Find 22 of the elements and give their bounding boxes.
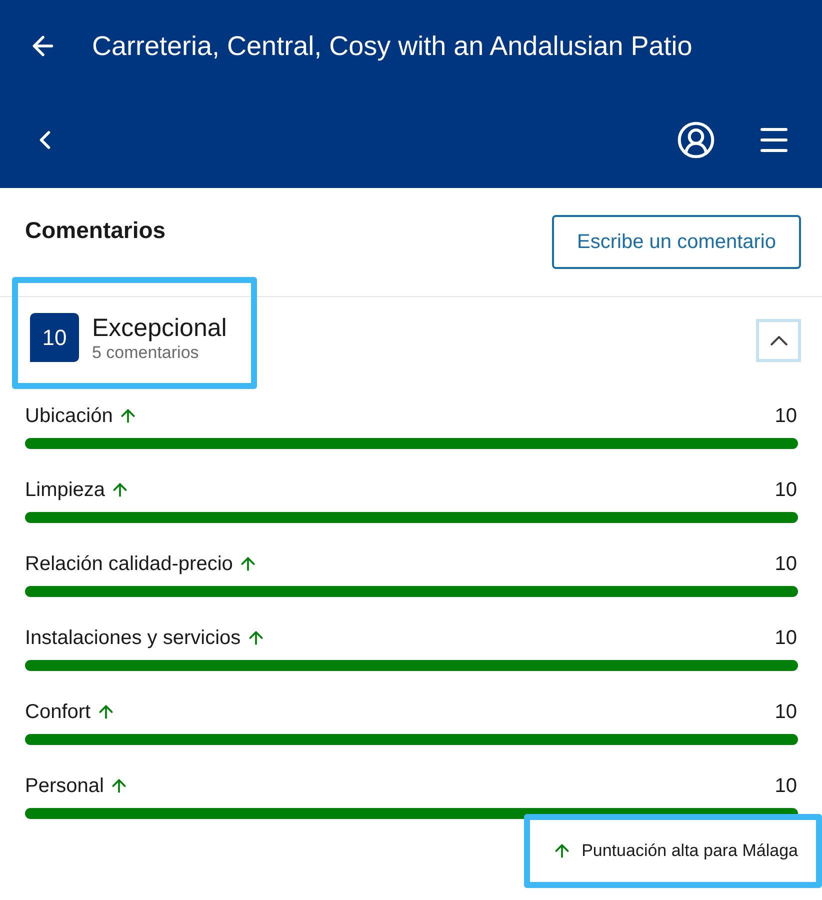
- category-score: 10: [774, 478, 797, 503]
- account-icon[interactable]: [676, 120, 716, 160]
- score-badge: 10: [30, 313, 79, 362]
- category-score: 10: [774, 404, 797, 429]
- category-score: 10: [774, 626, 797, 651]
- category-score: 10: [774, 552, 797, 577]
- category-label: Relación calidad-precio: [25, 552, 233, 577]
- category-label: Ubicación: [25, 404, 113, 429]
- category-score: 10: [774, 774, 797, 799]
- category-label: Personal: [25, 774, 104, 799]
- collapse-button[interactable]: [756, 319, 801, 362]
- category-score: 10: [774, 700, 797, 725]
- review-count: 5 comentarios: [92, 342, 200, 362]
- page-title: Carreteria, Central, Cosy with an Andalusian Patio: [92, 30, 692, 63]
- write-review-button[interactable]: Escribe un comentario: [552, 215, 801, 269]
- category-label: Confort: [25, 700, 91, 725]
- rating-label: Excepcional: [92, 312, 227, 342]
- category-label: Instalaciones y servicios: [25, 626, 241, 651]
- chevron-up-icon: [770, 336, 788, 346]
- section-title: Comentarios: [25, 216, 166, 245]
- legend-text: Puntuación alta para Málaga: [582, 840, 798, 862]
- category-label: Limpieza: [25, 478, 106, 503]
